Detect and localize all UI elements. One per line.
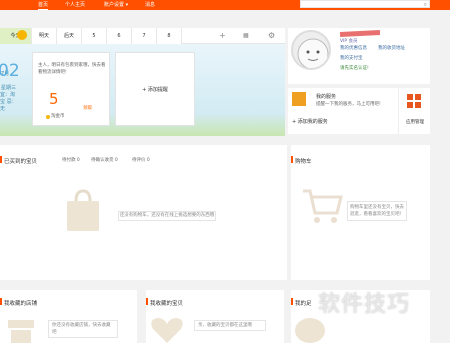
- cart-panel: 购物车 购物车里还没有宝贝，快去逛逛，看看喜欢的宝贝吧!: [291, 145, 430, 280]
- shopping-bag-icon: [67, 189, 99, 231]
- app-manage-label: 应用管理: [406, 120, 424, 125]
- fav-shops-empty-note: 你还没有收藏店铺，快去收藏吧: [48, 320, 118, 338]
- tab-day-after[interactable]: 后天: [57, 28, 82, 44]
- reminder-count: 5: [49, 90, 59, 108]
- cartoon-avatar-icon: [297, 38, 329, 68]
- tab-day-7[interactable]: 7: [132, 28, 157, 44]
- heart-icon: [151, 318, 183, 343]
- orders-tab-review[interactable]: 待评价 0: [132, 157, 150, 163]
- tab-day-5[interactable]: 5: [82, 28, 107, 44]
- date-weekday: 星期三: [1, 85, 17, 91]
- gear-icon[interactable]: ⚙: [268, 32, 275, 40]
- shopping-cart-icon: [303, 189, 343, 223]
- orders-title: 已买到的宝贝: [4, 159, 38, 165]
- add-reminder-button[interactable]: + 添加提醒: [115, 52, 195, 126]
- top-nav-bar: 首页 个人主页 账户设置 ▾ 消息 ⌕: [0, 0, 450, 10]
- reminder-card[interactable]: 主人，明日有包裹到家哦，快去看看物流详情吧! 5 领取 淘金币: [32, 52, 110, 126]
- tab-day-6[interactable]: 6: [107, 28, 132, 44]
- section-marker: [0, 298, 2, 305]
- orders-empty-note: 还没有购物车，还没有在线上挑选想要的东西哦: [118, 211, 216, 221]
- section-marker: [291, 298, 293, 305]
- shop-icon: [8, 320, 34, 343]
- profile-link-verify[interactable]: 请先实名认证!: [340, 65, 369, 71]
- reminder-text: 主人，明日有包裹到家哦，快去看看物流详情吧!: [38, 63, 106, 75]
- avatar[interactable]: [291, 30, 331, 70]
- reminder-footer: 淘金币: [51, 114, 65, 119]
- search-input[interactable]: ⌕: [300, 0, 430, 8]
- profile-panel: VIP 会员 我的优惠信息 我的收货地址 我的支付宝 请先实名认证!: [288, 28, 430, 84]
- nav-account-settings[interactable]: 账户设置 ▾: [104, 1, 128, 10]
- service-desc: 提醒一下我的服务，马上可用吧!: [316, 102, 381, 107]
- date-day: 02: [0, 61, 20, 81]
- service-title: 我的服务: [316, 94, 337, 100]
- claim-link[interactable]: 领取: [83, 105, 92, 111]
- section-marker: [291, 156, 293, 163]
- date-fortune: 宜：淘宝 忌：无: [0, 92, 17, 112]
- nav-personal-page[interactable]: 个人主页: [65, 1, 85, 10]
- fav-shops-title: 我收藏的店铺: [4, 301, 38, 307]
- tab-today[interactable]: 今天: [0, 28, 32, 44]
- footprint-icon: [295, 318, 325, 343]
- orders-tab-unpaid[interactable]: 待付款 0: [62, 157, 80, 163]
- grid-icon[interactable]: ▦: [243, 32, 249, 40]
- nav-messages[interactable]: 消息: [145, 1, 155, 10]
- add-icon[interactable]: +: [219, 32, 226, 40]
- cart-empty-note: 购物车里还没有宝贝，快去逛逛，看看喜欢的宝贝吧!: [347, 201, 407, 221]
- profile-link-alipay[interactable]: 我的支付宝: [340, 55, 363, 61]
- coin-icon: [46, 115, 50, 119]
- profile-link-coupons[interactable]: 我的优惠信息: [340, 45, 367, 51]
- orders-tab-receipt[interactable]: 待确认收货 0: [91, 157, 118, 163]
- smiley-badge-icon: [17, 30, 27, 40]
- redacted-username: [339, 29, 381, 38]
- apps-grid-icon: [407, 94, 421, 108]
- watermark: 软件技巧: [318, 292, 411, 317]
- section-marker: [0, 156, 2, 163]
- profile-link-address[interactable]: 我的收货地址: [378, 45, 405, 51]
- cart-title: 购物车: [295, 159, 312, 165]
- search-icon[interactable]: ⌕: [424, 1, 427, 8]
- fav-items-title: 我收藏的宝贝: [150, 301, 184, 307]
- services-panel: 我的服务 提醒一下我的服务，马上可用吧! + 添加我的服务 应用管理: [288, 88, 430, 134]
- add-service-button[interactable]: + 添加我的服务: [292, 118, 328, 125]
- footprints-title: 我的足: [295, 301, 312, 307]
- section-marker: [146, 298, 148, 305]
- day-tabs: 今天 明天 后天 5 6 7 8 + ▦ ⚙: [0, 28, 285, 44]
- fav-shops-panel: 我收藏的店铺 你还没有收藏店铺，快去收藏吧: [0, 290, 137, 343]
- tab-tomorrow[interactable]: 明天: [32, 28, 57, 44]
- fav-items-panel: 我收藏的宝贝 亲，收藏的宝贝都在这里哦: [146, 290, 284, 343]
- nav-home[interactable]: 首页: [38, 1, 49, 10]
- user-level-badge: VIP 会员: [340, 39, 358, 44]
- tab-day-8[interactable]: 8: [157, 28, 182, 44]
- orders-panel: 已买到的宝贝 待付款 0 待确认收货 0 待评价 0 还没有购物车，还没有在线上…: [0, 145, 287, 280]
- service-icon: [292, 92, 306, 106]
- app-manage-button[interactable]: 应用管理: [398, 88, 430, 134]
- fav-items-empty-note: 亲，收藏的宝贝都在这里哦: [194, 320, 266, 331]
